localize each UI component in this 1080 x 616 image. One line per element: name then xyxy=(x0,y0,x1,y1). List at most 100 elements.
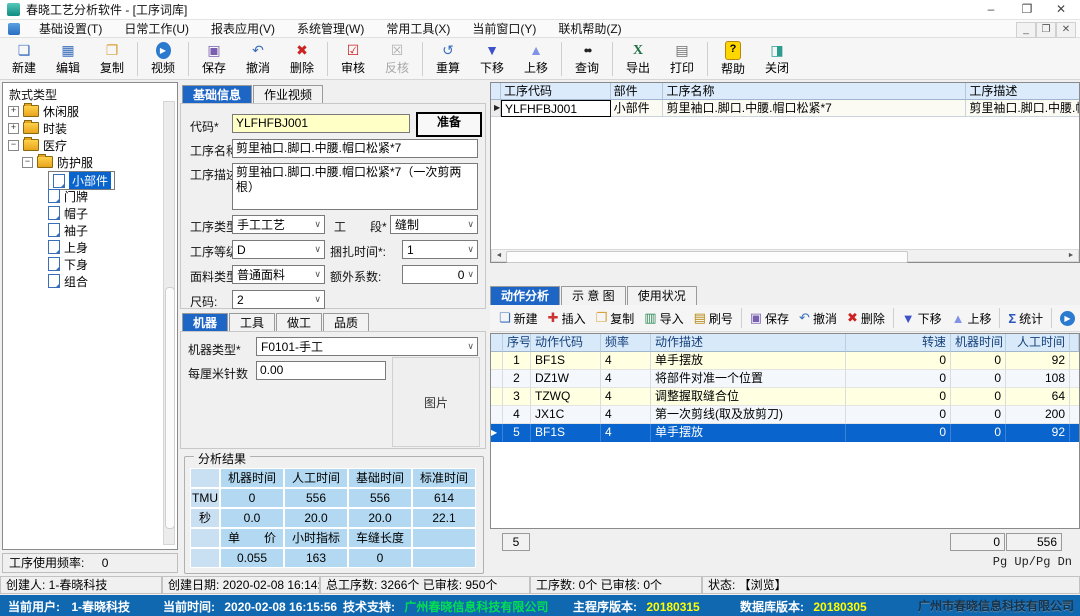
stitches-per-cm-input[interactable]: 0.00 xyxy=(256,361,386,380)
action-grid-row[interactable]: 4 JX1C 4 第一次剪线(取及放剪刀) 0 0 200 xyxy=(491,406,1079,424)
col-header-action-code[interactable]: 动作代码 xyxy=(531,334,601,352)
col-header-process-name[interactable]: 工序名称 xyxy=(663,83,966,100)
action-grid-row[interactable]: 2 DZ1W 4 将部件对准一个位置 0 0 108 xyxy=(491,370,1079,388)
col-header-part[interactable]: 部件 xyxy=(611,83,664,100)
delete-button[interactable]: ✖ 删除 xyxy=(280,39,324,79)
action-desc-cell[interactable]: 单手摆放 xyxy=(651,352,846,370)
action-code-cell[interactable]: JX1C xyxy=(531,406,601,424)
close-icon[interactable]: ✕ xyxy=(1044,0,1078,19)
print-button[interactable]: ▤ 打印 xyxy=(660,39,704,79)
seq-cell[interactable]: 3 xyxy=(503,388,531,406)
labor-time-cell[interactable]: 92 xyxy=(1006,352,1070,370)
recalculate-button[interactable]: ↺ 重算 xyxy=(426,39,470,79)
action-desc-cell[interactable]: 第一次剪线(取及放剪刀) xyxy=(651,406,846,424)
speed-cell[interactable]: 0 xyxy=(846,424,951,442)
action-grid-row-selected[interactable]: ▶ 5 BF1S 4 单手摆放 0 0 92 xyxy=(491,424,1079,442)
col-header-process-desc[interactable]: 工序描述 xyxy=(966,83,1079,100)
action-move-up-button[interactable]: ▲ 上移 xyxy=(947,306,997,330)
menu-item-online-help[interactable]: 联机帮助(Z) xyxy=(547,20,632,38)
tab-tools[interactable]: 工具 xyxy=(229,313,275,332)
col-header-machine-time[interactable]: 机器时间 xyxy=(951,334,1006,352)
move-up-button[interactable]: ▲ 上移 xyxy=(514,39,558,79)
col-header-action-desc[interactable]: 动作描述 xyxy=(651,334,846,352)
seq-cell[interactable]: 5 xyxy=(503,424,531,442)
process-desc-cell[interactable]: 剪里袖口.脚口.中腰.帽口松紧*7（一次剪两根） xyxy=(966,100,1079,117)
frequency-cell[interactable]: 4 xyxy=(601,406,651,424)
tab-workmanship[interactable]: 做工 xyxy=(276,313,322,332)
tab-schematic[interactable]: 示 意 图 xyxy=(561,286,626,305)
frequency-cell[interactable]: 4 xyxy=(601,388,651,406)
seq-cell[interactable]: 2 xyxy=(503,370,531,388)
tree-item-medical[interactable]: − 医疗 xyxy=(8,137,67,153)
bundle-time-select[interactable]: 1∨ xyxy=(402,240,478,259)
machine-time-cell[interactable]: 0 xyxy=(951,388,1006,406)
mdi-restore-icon[interactable]: ❐ xyxy=(1036,22,1056,38)
export-button[interactable]: X 导出 xyxy=(616,39,660,79)
mdi-minimize-icon[interactable]: _ xyxy=(1016,22,1036,38)
video-button[interactable]: ▶ 视频 xyxy=(141,39,185,79)
process-name-cell[interactable]: 剪里袖口.脚口.中腰.帽口松紧*7 xyxy=(663,100,966,117)
expand-minus-icon[interactable]: − xyxy=(8,140,19,151)
action-desc-cell[interactable]: 调整握取缝合位 xyxy=(651,388,846,406)
menu-item-basic-settings[interactable]: 基础设置(T) xyxy=(28,20,113,38)
process-grade-select[interactable]: D∨ xyxy=(232,240,325,259)
tree-item-hat[interactable]: 帽子 xyxy=(48,205,88,221)
action-grid-row[interactable]: 3 TZWQ 4 调整握取缝合位 0 0 64 xyxy=(491,388,1079,406)
stage-select[interactable]: 缝制∨ xyxy=(390,215,478,234)
col-header-process-code[interactable]: 工序代码 xyxy=(501,83,611,100)
size-select[interactable]: 2∨ xyxy=(232,290,325,309)
machine-type-select[interactable]: F0101-手工∨ xyxy=(256,337,478,356)
action-grid-row[interactable]: 1 BF1S 4 单手摆放 0 0 92 xyxy=(491,352,1079,370)
restore-icon[interactable]: ❐ xyxy=(1010,0,1044,19)
tree-item-protective-clothing[interactable]: − 防护服 xyxy=(22,154,93,170)
tab-machine[interactable]: 机器 xyxy=(182,313,228,332)
part-cell[interactable]: 小部件 xyxy=(611,100,664,117)
frequency-cell[interactable]: 4 xyxy=(601,352,651,370)
action-copy-button[interactable]: ❐ 复制 xyxy=(591,306,640,330)
ready-button[interactable]: 准备 xyxy=(416,112,482,137)
action-code-cell[interactable]: BF1S xyxy=(531,424,601,442)
save-button[interactable]: ▣ 保存 xyxy=(192,39,236,79)
menu-item-system-management[interactable]: 系统管理(W) xyxy=(286,20,375,38)
seq-cell[interactable]: 1 xyxy=(503,352,531,370)
code-input[interactable]: YLFHFBJ001 xyxy=(232,114,410,133)
tree-item-lower-body[interactable]: 下身 xyxy=(48,256,88,272)
labor-time-cell[interactable]: 92 xyxy=(1006,424,1070,442)
menu-item-common-tools[interactable]: 常用工具(X) xyxy=(375,20,461,38)
copy-button[interactable]: ❐ 复制 xyxy=(90,39,134,79)
action-code-cell[interactable]: DZ1W xyxy=(531,370,601,388)
action-save-button[interactable]: ▣ 保存 xyxy=(745,306,794,330)
action-renumber-button[interactable]: ▤ 刷号 xyxy=(689,306,738,330)
labor-time-cell[interactable]: 200 xyxy=(1006,406,1070,424)
tab-usage-status[interactable]: 使用状况 xyxy=(627,286,697,305)
frequency-cell[interactable]: 4 xyxy=(601,370,651,388)
frequency-cell[interactable]: 4 xyxy=(601,424,651,442)
hscrollbar-thumb[interactable] xyxy=(506,251,908,263)
speed-cell[interactable]: 0 xyxy=(846,388,951,406)
tree-vertical-scrollbar[interactable] xyxy=(163,101,175,545)
action-import-button[interactable]: ▥ 导入 xyxy=(639,306,688,330)
action-move-down-button[interactable]: ▼ 下移 xyxy=(897,306,947,330)
new-button[interactable]: ❏ 新建 xyxy=(2,39,46,79)
search-button[interactable]: ●● 查询 xyxy=(565,39,609,79)
menu-item-current-window[interactable]: 当前窗口(Y) xyxy=(461,20,547,38)
undo-button[interactable]: ↶ 撤消 xyxy=(236,39,280,79)
action-desc-cell[interactable]: 单手摆放 xyxy=(651,424,846,442)
action-play-button[interactable]: ▶ xyxy=(1055,306,1080,330)
machine-time-cell[interactable]: 0 xyxy=(951,424,1006,442)
move-down-button[interactable]: ▼ 下移 xyxy=(470,39,514,79)
process-desc-textarea[interactable]: 剪里袖口.脚口.中腰.帽口松紧*7（一次剪两根） xyxy=(232,163,478,210)
tree-item-casual-wear[interactable]: + 休闲服 xyxy=(8,103,79,119)
tree-item-fashion[interactable]: + 时装 xyxy=(8,120,67,136)
tree-scrollbar-thumb[interactable] xyxy=(165,287,175,529)
action-undo-button[interactable]: ↶ 撤消 xyxy=(794,306,842,330)
process-table-row[interactable]: ▶ YLFHFBJ001 小部件 剪里袖口.脚口.中腰.帽口松紧*7 剪里袖口.… xyxy=(491,100,1079,117)
fabric-type-select[interactable]: 普通面料∨ xyxy=(232,265,325,284)
action-delete-button[interactable]: ✖ 删除 xyxy=(842,306,890,330)
speed-cell[interactable]: 0 xyxy=(846,370,951,388)
help-button[interactable]: ? 帮助 xyxy=(711,39,755,79)
tree-item-upper-body[interactable]: 上身 xyxy=(48,239,88,255)
tab-action-analysis[interactable]: 动作分析 xyxy=(490,286,560,305)
process-type-select[interactable]: 手工工艺∨ xyxy=(232,215,325,234)
col-header-seq[interactable]: 序号 xyxy=(503,334,531,352)
